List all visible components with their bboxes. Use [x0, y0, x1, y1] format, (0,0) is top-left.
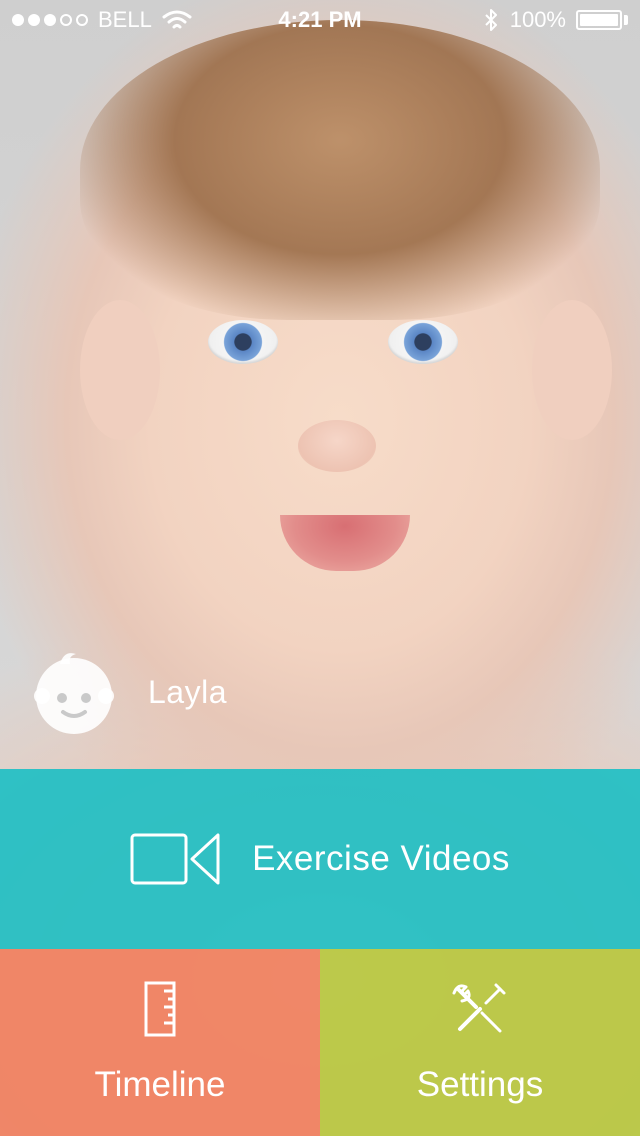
signal-dot — [60, 14, 72, 26]
settings-button[interactable]: Settings — [320, 949, 640, 1136]
battery-icon — [576, 10, 622, 30]
photo-nose — [298, 420, 376, 472]
baby-face-icon — [34, 653, 114, 734]
bottom-navigation: Timeline Settings — [0, 949, 640, 1136]
carrier-label: BELL — [98, 7, 152, 32]
status-time: 4:21 PM — [278, 7, 362, 32]
signal-dot — [76, 14, 88, 26]
exercise-videos-button[interactable]: Exercise Videos — [0, 769, 640, 949]
wrench-screwdriver-icon — [452, 983, 506, 1032]
timeline-label: Timeline — [94, 1064, 226, 1104]
profile-header[interactable]: Layla — [28, 646, 227, 738]
profile-name: Layla — [148, 673, 227, 710]
photo-hair — [80, 20, 600, 320]
exercise-videos-label: Exercise Videos — [252, 839, 510, 878]
settings-label: Settings — [416, 1064, 544, 1104]
video-camera-icon — [130, 833, 220, 885]
signal-dot — [12, 14, 24, 26]
battery-tip — [624, 15, 628, 25]
status-left: BELL — [12, 7, 192, 33]
status-bar: BELL 4:21 PM 100% — [0, 0, 640, 40]
photo-ear-right — [532, 300, 612, 440]
signal-dot — [44, 14, 56, 26]
photo-ear-left — [80, 300, 160, 440]
signal-dots-icon — [12, 14, 88, 26]
status-right: 100% — [482, 7, 628, 33]
timeline-button[interactable]: Timeline — [0, 949, 320, 1136]
photo-eye-left — [208, 320, 278, 364]
photo-eye-right — [388, 320, 458, 364]
battery-percentage: 100% — [509, 7, 566, 32]
signal-dot — [28, 14, 40, 26]
wifi-icon — [162, 10, 192, 29]
bluetooth-icon — [485, 9, 497, 31]
ruler-icon — [144, 981, 176, 1036]
photo-mouth — [280, 515, 410, 571]
